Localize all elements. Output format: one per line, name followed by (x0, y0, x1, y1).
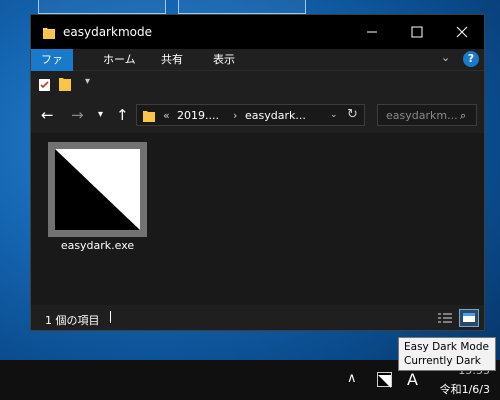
close-icon (456, 26, 467, 38)
tab-home[interactable]: ホーム (93, 49, 146, 71)
maximize-button[interactable] (394, 15, 439, 49)
breadcrumb-overflow[interactable]: « (163, 109, 170, 122)
quick-access-toolbar: ▾ (31, 72, 484, 96)
address-dropdown-icon[interactable]: ⌄ (330, 110, 338, 120)
refresh-icon[interactable]: ↻ (347, 107, 358, 122)
breadcrumb-item[interactable]: 2019.... (177, 109, 219, 122)
file-name[interactable]: easydark.exe (41, 239, 154, 252)
tooltip-line: Currently Dark (404, 355, 481, 367)
text-cursor (110, 311, 111, 323)
status-bar: 1 個の項目 (31, 306, 484, 330)
ribbon-expand-icon[interactable]: ⌄ (441, 51, 450, 64)
minimize-button[interactable] (349, 15, 394, 49)
ime-indicator[interactable]: A (407, 370, 418, 389)
tray-expand-icon[interactable]: ∧ (347, 371, 357, 386)
folder-icon (142, 108, 156, 127)
new-folder-icon[interactable] (58, 76, 72, 96)
item-count: 1 個の項目 (45, 314, 100, 327)
maximize-icon (411, 26, 422, 38)
qat-customize-icon[interactable]: ▾ (85, 76, 90, 87)
tab-share[interactable]: 共有 (151, 49, 193, 71)
address-bar[interactable]: « 2019.... › easydark... ⌄ ↻ (136, 104, 365, 126)
minimize-icon (366, 31, 377, 33)
background-window (178, 0, 306, 14)
tray-tooltip: Easy Dark Mode Currently Dark (398, 337, 496, 371)
explorer-window: easydarkmode ファイル ホーム 共有 表示 ⌄ ? ▾ ← → ▾ … (30, 14, 485, 331)
forward-arrow-icon[interactable]: → (71, 106, 84, 124)
file-list[interactable]: easydark.exe (31, 133, 484, 305)
ribbon-tabs: ファイル ホーム 共有 表示 ⌄ ? (31, 49, 484, 88)
window-title: easydarkmode (63, 25, 152, 39)
easydark-tray-icon[interactable] (377, 372, 392, 388)
details-view-icon[interactable] (437, 311, 453, 330)
tooltip-line: Easy Dark Mode (404, 341, 489, 353)
search-icon: ⌕ (460, 109, 467, 122)
breadcrumb-separator: › (233, 109, 238, 122)
tab-file[interactable]: ファイル (31, 49, 73, 88)
folder-icon (42, 25, 56, 44)
file-item[interactable] (48, 142, 147, 237)
close-button[interactable] (439, 15, 484, 49)
easydark-app-icon (55, 149, 140, 230)
properties-icon[interactable] (38, 77, 52, 96)
clock-date[interactable]: 令和1/6/3 (440, 381, 490, 397)
title-bar[interactable]: easydarkmode (31, 15, 484, 49)
large-icons-view-icon[interactable] (459, 309, 479, 327)
help-icon[interactable]: ? (463, 51, 479, 67)
recent-chevron-icon[interactable]: ▾ (98, 109, 103, 120)
breadcrumb-item[interactable]: easydark... (245, 109, 306, 122)
back-arrow-icon[interactable]: ← (41, 106, 54, 124)
search-placeholder: easydarkm... (386, 109, 458, 122)
search-input[interactable]: easydarkm... ⌕ (377, 104, 477, 126)
tab-view[interactable]: 表示 (203, 49, 245, 71)
background-window (38, 0, 166, 14)
up-arrow-icon[interactable]: ↑ (116, 106, 129, 124)
navigation-bar: ← → ▾ ↑ « 2019.... › easydark... ⌄ ↻ eas… (31, 98, 484, 132)
